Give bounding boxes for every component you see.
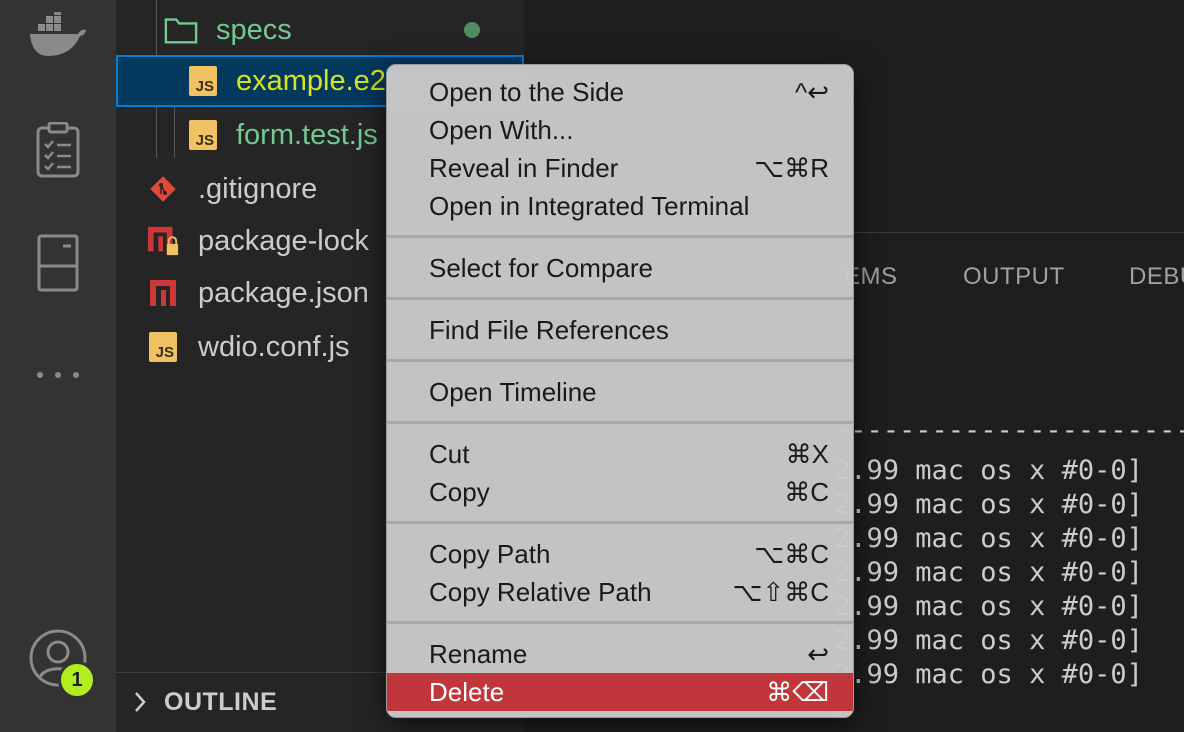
menu-item-open-to-side[interactable]: Open to the Side ^↩ bbox=[387, 73, 853, 111]
docker-icon[interactable] bbox=[0, 12, 116, 60]
git-icon bbox=[146, 172, 180, 206]
file-label: .gitignore bbox=[198, 172, 318, 205]
file-label: package.json bbox=[198, 276, 369, 309]
file-label: wdio.conf.js bbox=[198, 330, 350, 363]
menu-separator bbox=[387, 421, 853, 424]
tab-output[interactable]: OUTPUT bbox=[963, 263, 1065, 291]
menu-separator bbox=[387, 621, 853, 624]
menu-separator bbox=[387, 297, 853, 300]
tab-debug-console[interactable]: DEBU bbox=[1129, 263, 1184, 291]
file-label: example.e2 bbox=[236, 64, 386, 97]
terminal-line: 2.99 mac os x #0-0] bbox=[834, 659, 1143, 690]
folder-icon bbox=[164, 13, 198, 47]
menu-item-find-file-references[interactable]: Find File References bbox=[387, 311, 853, 349]
tree-folder-specs[interactable]: specs bbox=[116, 4, 524, 56]
menu-item-rename[interactable]: Rename ↩ bbox=[387, 635, 853, 673]
menu-separator bbox=[387, 521, 853, 524]
remote-explorer-icon[interactable] bbox=[0, 234, 116, 292]
menu-item-delete[interactable]: Delete ⌘⌫ bbox=[387, 673, 853, 711]
menu-separator bbox=[387, 359, 853, 362]
testing-clipboard-icon[interactable] bbox=[0, 122, 116, 178]
npm-lock-icon bbox=[146, 224, 180, 258]
file-label: package-lock bbox=[198, 224, 369, 257]
js-file-icon: JS bbox=[186, 64, 220, 98]
terminal-line: 2.99 mac os x #0-0] bbox=[834, 557, 1143, 588]
terminal-line: 2.99 mac os x #0-0] bbox=[834, 625, 1143, 656]
menu-item-open-in-terminal[interactable]: Open in Integrated Terminal bbox=[387, 187, 853, 225]
terminal-line: 2.99 mac os x #0-0] bbox=[834, 591, 1143, 622]
activity-bar: 1 bbox=[0, 0, 116, 732]
npm-icon bbox=[146, 276, 180, 310]
menu-item-cut[interactable]: Cut ⌘X bbox=[387, 435, 853, 473]
terminal-line: 2.99 mac os x #0-0] bbox=[834, 523, 1143, 554]
menu-item-copy[interactable]: Copy ⌘C bbox=[387, 473, 853, 511]
menu-item-open-with[interactable]: Open With... bbox=[387, 111, 853, 149]
chevron-right-icon bbox=[132, 687, 148, 722]
terminal-line: 2.99 mac os x #0-0] bbox=[834, 489, 1143, 520]
folder-label: specs bbox=[216, 13, 292, 46]
terminal-line: 2.99 mac os x #0-0] bbox=[834, 455, 1143, 486]
file-label: form.test.js bbox=[236, 118, 378, 151]
menu-separator bbox=[387, 235, 853, 238]
modified-dot bbox=[464, 22, 480, 38]
menu-item-open-timeline[interactable]: Open Timeline bbox=[387, 373, 853, 411]
js-file-icon: JS bbox=[146, 330, 180, 364]
menu-item-select-for-compare[interactable]: Select for Compare bbox=[387, 249, 853, 287]
menu-item-reveal-in-finder[interactable]: Reveal in Finder ⌥⌘R bbox=[387, 149, 853, 187]
context-menu: Open to the Side ^↩ Open With... Reveal … bbox=[386, 64, 854, 718]
terminal-separator: -------------------------------- bbox=[834, 423, 1184, 439]
menu-item-copy-path[interactable]: Copy Path ⌥⌘C bbox=[387, 535, 853, 573]
account-badge: 1 bbox=[58, 661, 96, 699]
more-icon[interactable] bbox=[0, 368, 116, 382]
js-file-icon: JS bbox=[186, 118, 220, 152]
menu-item-copy-relative-path[interactable]: Copy Relative Path ⌥⇧⌘C bbox=[387, 573, 853, 611]
outline-label: OUTLINE bbox=[164, 688, 278, 716]
